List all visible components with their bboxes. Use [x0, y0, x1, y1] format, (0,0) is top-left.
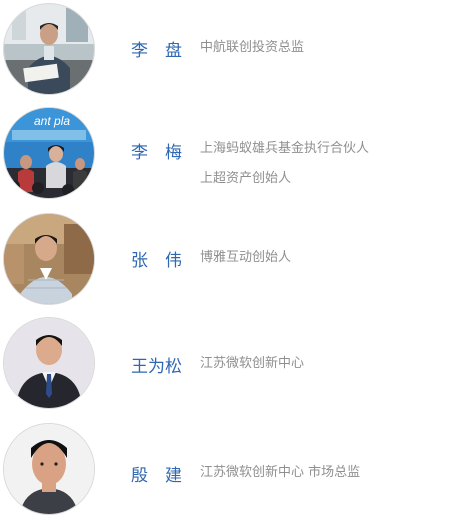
title-line: 博雅互动创始人 — [200, 250, 292, 265]
person-portrait-photo-icon — [4, 424, 94, 514]
person-name: 殷 建 — [131, 466, 182, 486]
person-title: 江苏微软创新中心 市场总监 — [200, 465, 360, 481]
title-line: 江苏微软创新中心 市场总监 — [200, 465, 361, 480]
avatar — [4, 214, 94, 304]
title-line: 上海蚂蚁雄兵基金执行合伙人 — [200, 141, 370, 156]
avatar — [4, 424, 94, 514]
person-name: 李 盘 — [131, 41, 182, 61]
title-line: 江苏微软创新中心 — [200, 356, 305, 371]
person-name: 王为松 — [131, 357, 182, 377]
avatar — [4, 4, 94, 94]
person-name: 张 伟 — [131, 251, 182, 271]
title-line: 中航联创投资总监 — [200, 40, 305, 55]
person-title: 博雅互动创始人 — [200, 250, 291, 266]
person-on-stage-photo-icon: ant pla — [4, 108, 94, 198]
person-title: 上海蚂蚁雄兵基金执行合伙人 上超资产创始人 — [200, 141, 369, 187]
person-outdoor-photo-icon — [4, 214, 94, 304]
banner-text: ant pla — [34, 114, 70, 128]
person-in-suit-photo-icon — [4, 318, 94, 408]
people-list: 李 盘 中航联创投资总监 ant pla 李 梅 上海蚂蚁雄兵基金执行合伙人 上… — [0, 0, 460, 520]
person-at-desk-photo-icon — [4, 4, 94, 94]
title-line: 上超资产创始人 — [200, 171, 292, 186]
person-title: 中航联创投资总监 — [200, 40, 304, 56]
avatar — [4, 318, 94, 408]
person-title: 江苏微软创新中心 — [200, 356, 304, 372]
person-name: 李 梅 — [131, 143, 182, 163]
avatar: ant pla — [4, 108, 94, 198]
